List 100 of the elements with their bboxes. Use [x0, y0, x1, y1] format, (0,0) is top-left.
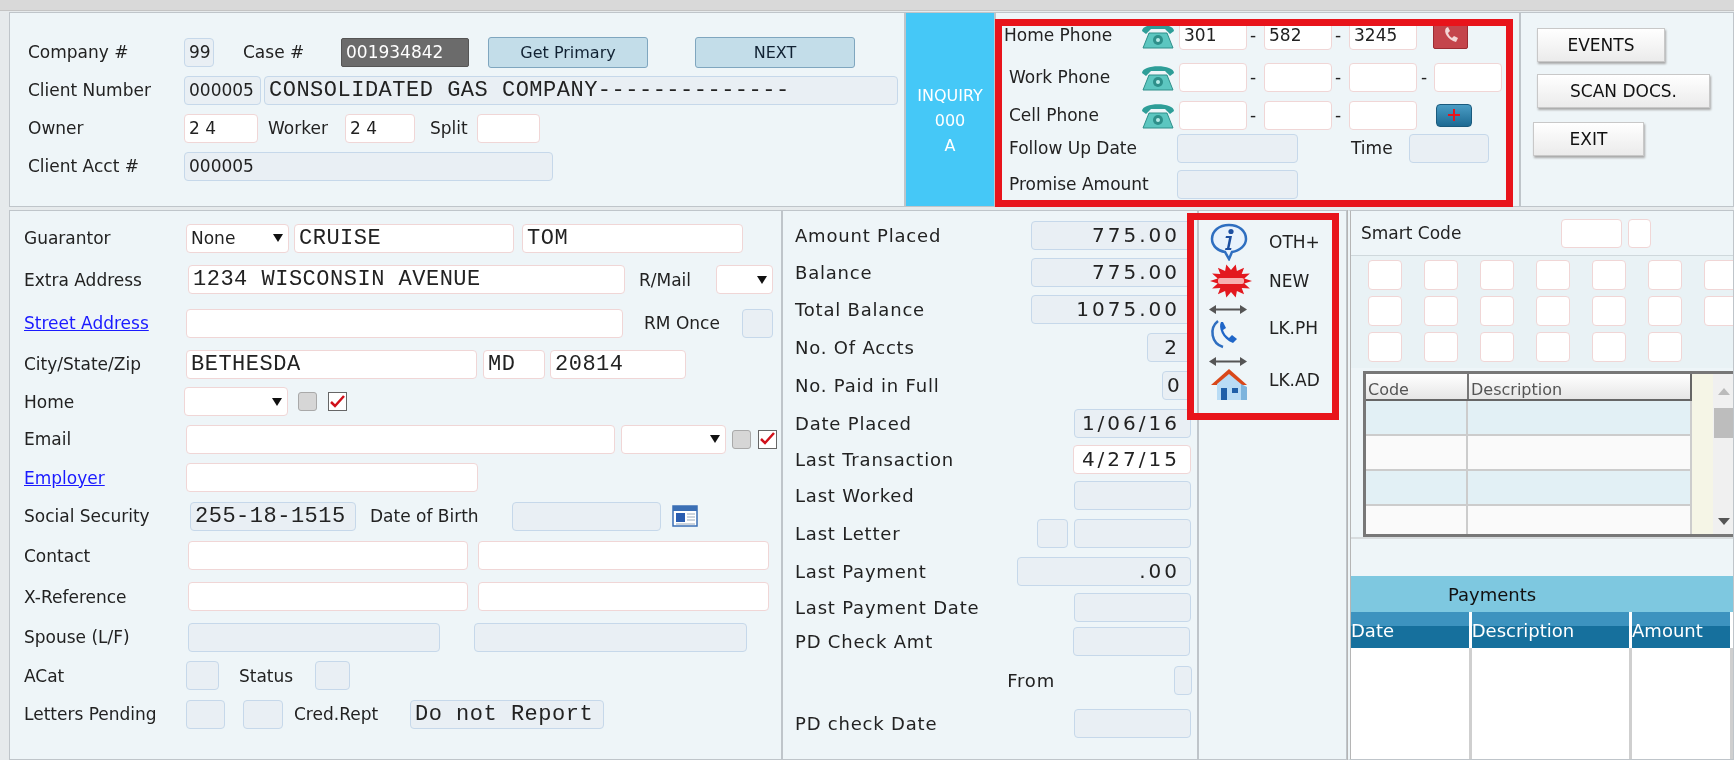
link-button[interactable]: NEW	[1199, 260, 1327, 302]
field-label: Date Placed	[795, 413, 912, 434]
field-label: Work Phone	[1009, 67, 1111, 87]
scroll-down-icon[interactable]	[1717, 517, 1732, 526]
checkbox[interactable]	[732, 429, 751, 449]
input-field[interactable]	[1480, 296, 1514, 326]
field-label: -	[1335, 67, 1342, 87]
input-field[interactable]	[186, 463, 478, 492]
link[interactable]: Street Address	[24, 313, 149, 333]
input-field[interactable]	[1592, 332, 1626, 362]
field-label: Contact	[24, 545, 91, 566]
input-field[interactable]	[1628, 218, 1651, 248]
dropdown-arrow-icon	[272, 233, 284, 243]
input-field[interactable]: 20814	[550, 349, 686, 379]
display-field: Do not Report	[410, 699, 604, 729]
action-button[interactable]: NEXT	[695, 36, 855, 68]
checkbox[interactable]	[328, 392, 347, 411]
link[interactable]: Employer	[24, 467, 105, 488]
house-icon	[1209, 367, 1249, 403]
action-button[interactable]: Get Primary	[488, 36, 648, 68]
input-field[interactable]	[1179, 100, 1247, 130]
dropdown[interactable]: None	[186, 223, 289, 253]
add-button[interactable]	[1436, 103, 1472, 127]
input-field[interactable]: 2 4	[184, 113, 258, 143]
field-label: Last Payment	[795, 560, 927, 582]
dropdown[interactable]	[716, 265, 773, 294]
input-field[interactable]	[1368, 260, 1402, 290]
display-field: 99	[184, 37, 214, 67]
display-field: .00	[1017, 556, 1191, 586]
input-field[interactable]	[1648, 260, 1682, 290]
input-field[interactable]	[478, 582, 769, 611]
checkbox[interactable]	[298, 392, 317, 411]
input-field[interactable]: CRUISE	[294, 223, 514, 253]
field-label: Time	[1351, 138, 1393, 158]
field-label: Date of Birth	[370, 506, 479, 526]
input-field[interactable]	[1264, 100, 1332, 130]
field-label: Split	[430, 118, 468, 138]
input-field[interactable]	[1424, 260, 1458, 290]
input-field[interactable]	[1536, 332, 1570, 362]
action-button[interactable]: SCAN DOCS.	[1537, 74, 1710, 108]
input-field[interactable]	[186, 424, 615, 454]
field-label: PD Check Amt	[795, 631, 934, 652]
link-button[interactable]: LK.PH	[1199, 302, 1327, 354]
scrollbar[interactable]	[1713, 374, 1733, 534]
input-field[interactable]	[1480, 260, 1514, 290]
link-button[interactable]: OTH+	[1199, 224, 1327, 260]
column-header: Code	[1366, 374, 1469, 399]
display-field	[315, 661, 350, 690]
scroll-up-icon[interactable]	[1717, 387, 1732, 396]
field-label: Smart Code	[1361, 223, 1462, 243]
input-field[interactable]	[1349, 100, 1417, 130]
input-field[interactable]	[1368, 332, 1402, 362]
input-field[interactable]	[1536, 260, 1570, 290]
input-field[interactable]	[1592, 296, 1626, 326]
input-field[interactable]	[1424, 332, 1458, 362]
input-field[interactable]: 2 4	[345, 113, 415, 143]
action-button[interactable]: EVENTS	[1537, 28, 1665, 62]
input-field[interactable]	[1592, 260, 1626, 290]
input-field[interactable]	[1434, 62, 1502, 92]
input-field[interactable]: BETHESDA	[186, 349, 477, 379]
input-field[interactable]	[1179, 62, 1247, 92]
input-field[interactable]	[477, 113, 540, 143]
input-field[interactable]	[1561, 218, 1622, 248]
display-field	[1037, 518, 1068, 548]
display-field: 000005	[184, 75, 261, 105]
field-label: Client Number	[28, 80, 151, 100]
link-button[interactable]: LK.AD	[1199, 354, 1327, 406]
input-field[interactable]	[1648, 296, 1682, 326]
input-field[interactable]	[1480, 332, 1514, 362]
field-label: Owner	[28, 118, 84, 138]
input-field[interactable]	[1424, 296, 1458, 326]
input-field[interactable]	[186, 308, 623, 338]
input-field[interactable]: TOM	[522, 223, 743, 253]
dropdown-arrow-icon	[756, 274, 768, 285]
input-field[interactable]	[1264, 62, 1332, 92]
calendar-icon[interactable]	[672, 505, 698, 527]
input-field[interactable]	[188, 541, 468, 570]
status-text: 000	[934, 110, 966, 132]
input-field[interactable]: 1234 WISCONSIN AVENUE	[188, 265, 625, 294]
field-label: Worker	[268, 118, 328, 138]
input-field[interactable]	[1704, 296, 1733, 326]
input-field[interactable]	[1349, 62, 1417, 92]
input-field[interactable]: 4/27/15	[1073, 445, 1191, 474]
input-field[interactable]	[1704, 260, 1733, 290]
field-label: RM Once	[644, 313, 720, 333]
field-label: Case #	[243, 42, 305, 62]
input-field[interactable]	[188, 582, 468, 611]
input-field[interactable]	[1536, 296, 1570, 326]
action-button[interactable]: EXIT	[1533, 122, 1644, 156]
input-field[interactable]: MD	[483, 349, 545, 379]
field-label: -	[1250, 105, 1257, 125]
input-field[interactable]	[1368, 296, 1402, 326]
field-label: Amount Placed	[795, 224, 942, 246]
input-field[interactable]	[478, 541, 769, 570]
checkbox[interactable]	[758, 429, 777, 449]
field-label: Cred.Rept	[294, 704, 379, 724]
input-field[interactable]: 001934842	[341, 37, 469, 67]
field-label: -	[1250, 25, 1257, 45]
scroll-thumb[interactable]	[1714, 408, 1733, 438]
input-field[interactable]	[1648, 332, 1682, 362]
